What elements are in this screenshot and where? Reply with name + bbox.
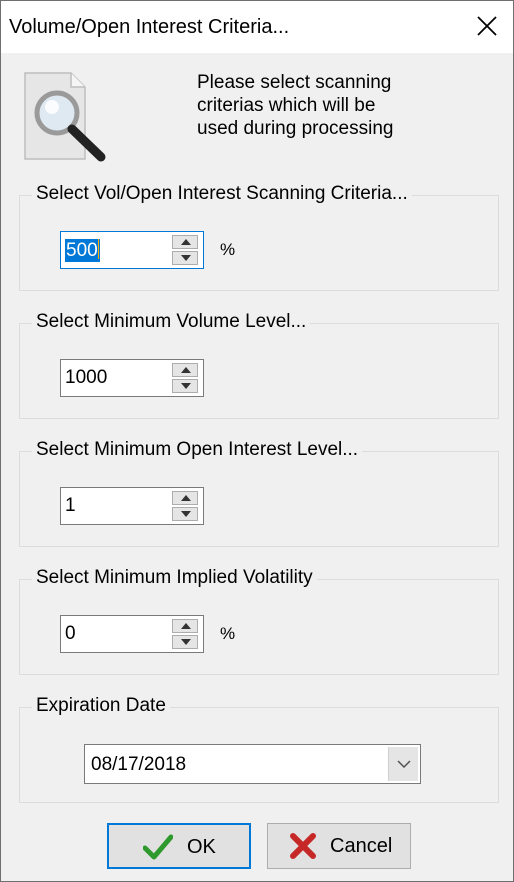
expiration-date-label: Expiration Date — [32, 695, 170, 717]
vol-oi-criteria-label: Select Vol/Open Interest Scanning Criter… — [32, 183, 412, 205]
min-volume-group: Select Minimum Volume Level... 1000 — [19, 311, 499, 419]
ok-button[interactable]: OK — [107, 823, 251, 869]
spin-up-button[interactable] — [172, 235, 198, 249]
spin-down-button[interactable] — [172, 635, 198, 649]
spin-up-button[interactable] — [172, 491, 198, 505]
min-implied-volatility-group: Select Minimum Implied Volatility 0 % — [19, 567, 499, 675]
spin-down-icon — [181, 511, 191, 517]
min-open-interest-label: Select Minimum Open Interest Level... — [32, 439, 363, 461]
min-implied-volatility-spinner[interactable]: 0 — [60, 615, 204, 653]
min-implied-volatility-label: Select Minimum Implied Volatility — [32, 567, 317, 589]
min-open-interest-spinner[interactable]: 1 — [60, 487, 204, 525]
spin-down-button[interactable] — [172, 379, 198, 393]
expiration-date-dropdown[interactable]: 08/17/2018 — [84, 744, 421, 784]
red-x-icon — [290, 833, 316, 859]
close-button[interactable] — [461, 1, 513, 53]
dropdown-chevron-icon — [397, 760, 411, 768]
cancel-button[interactable]: Cancel — [267, 823, 411, 869]
min-implied-volatility-value: 0 — [65, 623, 76, 644]
spin-up-button[interactable] — [172, 619, 198, 633]
document-search-icon — [24, 72, 106, 162]
checkmark-icon — [143, 834, 173, 860]
vol-oi-criteria-value: 500 — [66, 240, 98, 261]
min-volume-label: Select Minimum Volume Level... — [32, 311, 311, 333]
min-volume-value: 1000 — [65, 367, 108, 388]
spin-down-button[interactable] — [172, 507, 198, 521]
spin-up-icon — [181, 367, 191, 373]
min-open-interest-group: Select Minimum Open Interest Level... 1 — [19, 439, 499, 547]
title-bar: Volume/Open Interest Criteria... — [1, 1, 513, 53]
expiration-date-group: Expiration Date 08/17/2018 — [19, 695, 499, 803]
window-title: Volume/Open Interest Criteria... — [9, 16, 290, 38]
min-open-interest-value: 1 — [65, 495, 76, 516]
spin-up-icon — [181, 623, 191, 629]
spin-up-button[interactable] — [172, 363, 198, 377]
spin-up-icon — [181, 495, 191, 501]
cancel-button-label: Cancel — [330, 835, 393, 857]
vol-oi-criteria-unit: % — [220, 240, 236, 259]
spin-up-icon — [181, 239, 191, 245]
min-volume-spinner[interactable]: 1000 — [60, 359, 204, 397]
spin-down-icon — [181, 255, 191, 261]
instructions-text: Please select scanning criterias which w… — [197, 72, 394, 139]
dialog-window: Volume/Open Interest Criteria... Please … — [0, 0, 514, 882]
vol-oi-criteria-spinner[interactable]: 500 — [60, 231, 204, 269]
close-icon — [477, 16, 497, 36]
spin-down-button[interactable] — [172, 251, 198, 265]
spin-down-icon — [181, 383, 191, 389]
expiration-date-value: 08/17/2018 — [91, 754, 187, 775]
dropdown-button[interactable] — [388, 747, 418, 781]
ok-button-label: OK — [187, 836, 216, 858]
vol-oi-criteria-group: Select Vol/Open Interest Scanning Criter… — [19, 183, 499, 291]
min-implied-volatility-unit: % — [220, 624, 236, 643]
spin-down-icon — [181, 639, 191, 645]
